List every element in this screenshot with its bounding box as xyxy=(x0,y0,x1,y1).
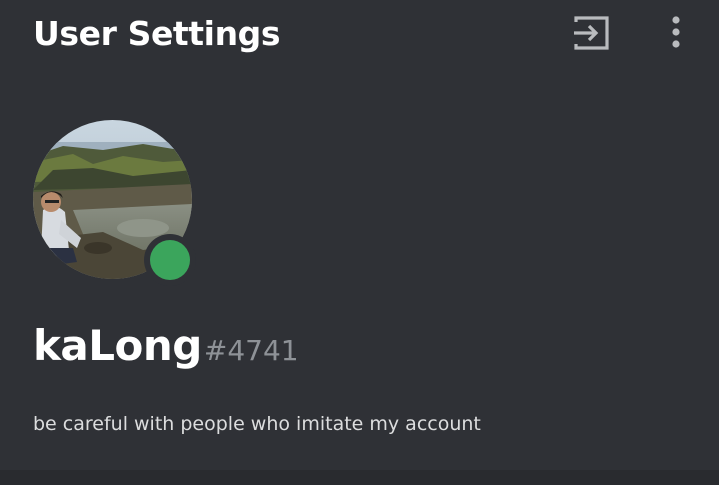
online-status-dot xyxy=(150,240,190,280)
discriminator: #4741 xyxy=(203,334,299,367)
logout-icon xyxy=(574,16,609,50)
username-line: kaLong#4741 xyxy=(33,318,299,383)
about-me-text: be careful with people who imitate my ac… xyxy=(33,413,481,435)
page-title: User Settings xyxy=(33,14,281,53)
more-vertical-icon xyxy=(672,16,680,48)
section-divider xyxy=(0,470,719,485)
logout-button[interactable] xyxy=(567,10,617,56)
more-options-button[interactable] xyxy=(656,10,696,56)
status-indicator xyxy=(144,234,196,286)
avatar-container[interactable] xyxy=(33,120,197,286)
username: kaLong xyxy=(33,321,202,370)
